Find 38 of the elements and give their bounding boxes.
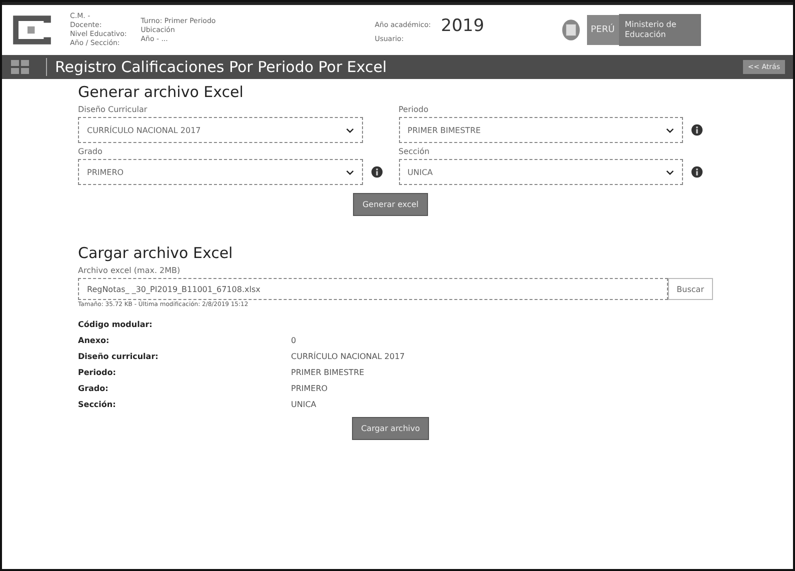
field-label: Sección — [398, 147, 430, 156]
select-field[interactable]: UNICA — [398, 159, 683, 185]
select-field[interactable]: PRIMERO — [78, 159, 362, 185]
ministry-badge: Ministerio de Educación — [618, 14, 701, 46]
field-label: Diseño Curricular — [78, 105, 148, 114]
select-field[interactable]: CURRÍCULO NACIONAL 2017 — [78, 117, 362, 143]
field-label: Periodo — [398, 105, 430, 114]
detail-label: Sección: — [78, 400, 117, 409]
year-value: 2019 — [440, 16, 484, 34]
country-badge: PERÚ — [586, 15, 619, 45]
page-title: Registro Calificaciones Por Periodo Por Excel — [55, 58, 387, 76]
detail-value: 0 — [291, 336, 298, 345]
detail-label: Grado: — [78, 384, 110, 393]
field-label: Grado — [78, 147, 104, 156]
detail-label: Anexo: — [78, 336, 110, 345]
chevron-down-icon — [666, 170, 674, 174]
info-icon[interactable] — [691, 166, 703, 178]
section-heading: Generar archivo Excel — [78, 83, 244, 101]
chevron-down-icon — [666, 128, 674, 132]
info-icon[interactable] — [691, 124, 703, 136]
generate-button[interactable]: Generar excel — [353, 193, 428, 216]
grid-icon — [10, 59, 30, 75]
file-field[interactable]: RegNotas_ _30_PI2019_B11001_67108.xlsx — [78, 278, 668, 300]
section-heading: Cargar archivo Excel — [78, 244, 234, 262]
detail-value: CURRÍCULO NACIONAL 2017 — [291, 352, 406, 361]
field-label: Archivo excel (max. 2MB) — [78, 266, 182, 275]
detail-label: Código modular: — [78, 320, 154, 329]
chevron-down-icon — [346, 170, 354, 174]
detail-label: Diseño curricular: — [78, 352, 160, 361]
detail-value: PRIMER BIMESTRE — [291, 368, 366, 377]
info-icon[interactable] — [370, 166, 382, 178]
upload-button[interactable]: Cargar archivo — [352, 417, 429, 440]
detail-value: UNICA — [291, 400, 318, 409]
detail-label: Periodo: — [78, 368, 117, 377]
browse-button[interactable]: Buscar — [668, 278, 713, 300]
chevron-down-icon — [346, 128, 354, 132]
detail-value: PRIMERO — [291, 384, 329, 393]
select-field[interactable]: PRIMER BIMESTRE — [398, 117, 683, 143]
